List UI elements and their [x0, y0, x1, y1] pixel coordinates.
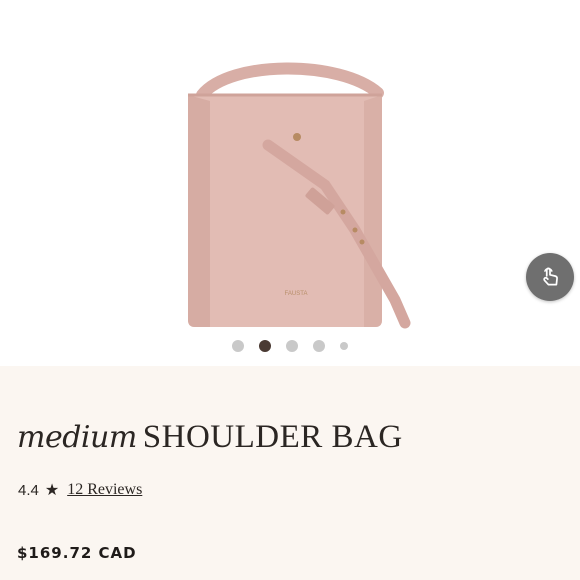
svg-text:FAUSTA: FAUSTA: [285, 291, 308, 297]
carousel-dot[interactable]: [286, 340, 298, 352]
carousel-dot-active[interactable]: [259, 340, 271, 352]
touch-zoom-button[interactable]: [526, 253, 574, 301]
product-title-script: medium: [17, 420, 137, 455]
product-title-main: SHOULDER BAG: [142, 419, 403, 455]
rating-row: 4.4 ★ 12 Reviews: [18, 480, 142, 500]
carousel-dot[interactable]: [232, 340, 244, 352]
product-title: medium SHOULDER BAG: [17, 419, 403, 456]
product-price: $169.72 CAD: [17, 544, 137, 562]
carousel-dot[interactable]: [313, 340, 325, 352]
star-icon: ★: [44, 482, 60, 499]
rating-value: 4.4: [18, 481, 39, 499]
carousel-dots: [0, 338, 580, 354]
reviews-link[interactable]: 12 Reviews: [67, 481, 142, 499]
hand-tap-icon: [543, 267, 558, 286]
product-gallery: FAUSTA: [0, 0, 580, 366]
product-info: medium SHOULDER BAG 4.4 ★ 12 Reviews $16…: [0, 366, 580, 580]
carousel-dot[interactable]: [340, 342, 348, 350]
product-image[interactable]: FAUSTA: [150, 55, 440, 345]
